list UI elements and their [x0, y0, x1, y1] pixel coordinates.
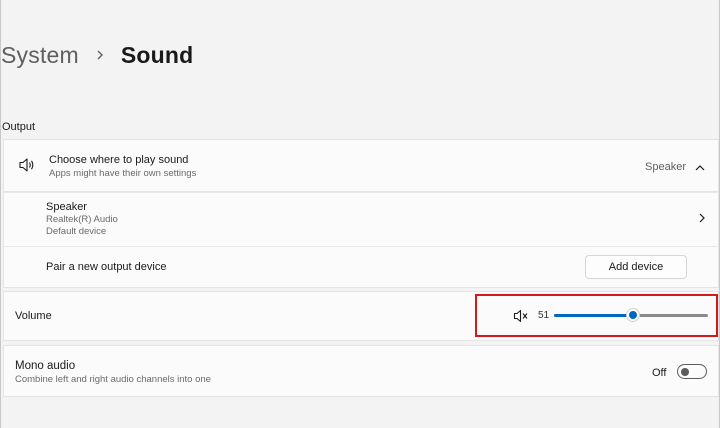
chevron-up-icon[interactable]	[694, 160, 706, 178]
mono-audio-toggle[interactable]	[677, 364, 707, 379]
volume-value: 51	[538, 310, 550, 321]
speaker-device-driver: Realtek(R) Audio	[46, 214, 118, 225]
speaker-device-status: Default device	[46, 226, 107, 237]
speaker-device-name: Speaker	[46, 201, 87, 213]
breadcrumb-system[interactable]: System	[1, 42, 79, 69]
volume-slider-fill	[554, 314, 633, 317]
divider	[3, 192, 717, 193]
speaker-device-row[interactable]: Speaker Realtek(R) Audio Default device	[46, 201, 118, 237]
pair-device-label: Pair a new output device	[46, 261, 166, 273]
toggle-knob	[681, 367, 689, 376]
speaker-icon	[18, 157, 36, 178]
volume-slider[interactable]	[554, 308, 708, 322]
choose-output-text: Choose where to play sound Apps might ha…	[49, 154, 196, 179]
mono-audio-subtitle: Combine left and right audio channels in…	[15, 374, 211, 385]
volume-mute-icon[interactable]	[513, 309, 531, 328]
divider	[3, 246, 717, 247]
breadcrumb-separator-icon	[85, 40, 115, 70]
pair-device-text: Pair a new output device	[46, 261, 167, 273]
mono-audio-text: Mono audio Combine left and right audio …	[15, 360, 211, 385]
mono-audio-state: Off	[652, 367, 667, 379]
chevron-right-icon[interactable]	[697, 211, 707, 229]
page-title: Sound	[120, 41, 194, 68]
volume-label: Volume	[15, 310, 52, 322]
volume-slider-thumb[interactable]	[625, 308, 640, 322]
choose-output-row[interactable]: Choose where to play sound Apps might ha…	[3, 139, 719, 192]
add-device-button[interactable]: Add device	[585, 255, 687, 279]
current-output-device: Speaker	[645, 161, 686, 173]
output-section-label: Output	[2, 121, 36, 133]
breadcrumb: System Sound	[1, 40, 193, 70]
mono-audio-title: Mono audio	[15, 360, 76, 372]
choose-output-subtitle: Apps might have their own settings	[49, 168, 197, 179]
choose-output-title: Choose where to play sound	[49, 154, 189, 166]
